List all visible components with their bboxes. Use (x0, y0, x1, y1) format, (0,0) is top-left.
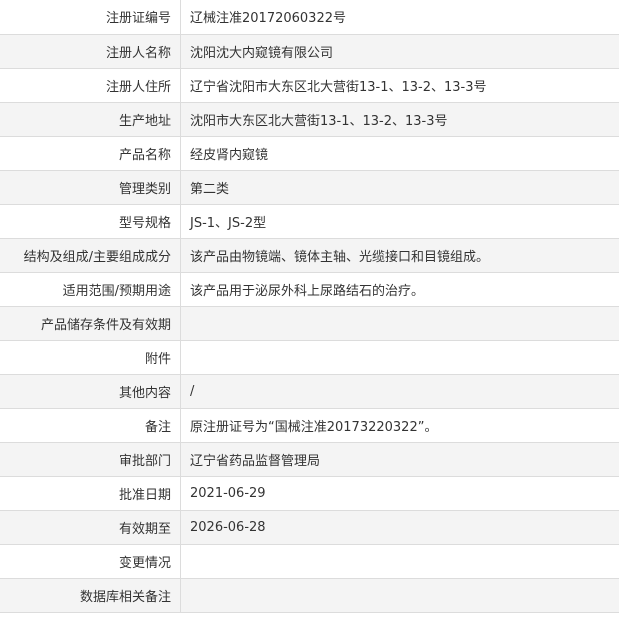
field-label: 适用范围/预期用途 (0, 272, 181, 307)
table-row-registrant-name: 注册人名称 沈阳沈大内窥镜有限公司 (0, 34, 619, 69)
registration-record-table: 注册证编号 辽械注准20172060322号 注册人名称 沈阳沈大内窥镜有限公司… (0, 0, 619, 613)
table-row-structure-composition: 结构及组成/主要组成成分 该产品由物镜端、镜体主轴、光缆接口和目镜组成。 (0, 238, 619, 273)
table-row-intended-use: 适用范围/预期用途 该产品用于泌尿外科上尿路结石的治疗。 (0, 272, 619, 307)
table-row-valid-until: 有效期至 2026-06-28 (0, 510, 619, 545)
field-value: 沈阳沈大内窥镜有限公司 (180, 34, 619, 69)
field-value: 2021-06-29 (180, 476, 619, 511)
table-row-model-spec: 型号规格 JS-1、JS-2型 (0, 204, 619, 239)
field-value: 该产品由物镜端、镜体主轴、光缆接口和目镜组成。 (180, 238, 619, 273)
field-label: 审批部门 (0, 442, 181, 477)
field-value: 沈阳市大东区北大营街13-1、13-2、13-3号 (180, 102, 619, 137)
field-label: 注册证编号 (0, 0, 181, 35)
table-row-management-category: 管理类别 第二类 (0, 170, 619, 205)
table-row-attachments: 附件 (0, 340, 619, 375)
field-label: 结构及组成/主要组成成分 (0, 238, 181, 273)
field-value: 第二类 (180, 170, 619, 205)
table-row-registration-number: 注册证编号 辽械注准20172060322号 (0, 0, 619, 35)
table-row-registrant-address: 注册人住所 辽宁省沈阳市大东区北大营街13-1、13-2、13-3号 (0, 68, 619, 103)
field-value (180, 306, 619, 341)
field-label: 注册人住所 (0, 68, 181, 103)
field-label: 生产地址 (0, 102, 181, 137)
field-value: 该产品用于泌尿外科上尿路结石的治疗。 (180, 272, 619, 307)
field-value: 原注册证号为“国械注准20173220322”。 (180, 408, 619, 443)
table-row-other-content: 其他内容 / (0, 374, 619, 409)
table-row-product-name: 产品名称 经皮肾内窥镜 (0, 136, 619, 171)
field-label: 注册人名称 (0, 34, 181, 69)
field-label: 批准日期 (0, 476, 181, 511)
field-value (180, 544, 619, 579)
field-value: 辽宁省沈阳市大东区北大营街13-1、13-2、13-3号 (180, 68, 619, 103)
field-value: 经皮肾内窥镜 (180, 136, 619, 171)
field-label: 产品名称 (0, 136, 181, 171)
field-label: 产品储存条件及有效期 (0, 306, 181, 341)
field-value: JS-1、JS-2型 (180, 204, 619, 239)
field-label: 型号规格 (0, 204, 181, 239)
field-label: 附件 (0, 340, 181, 375)
field-label: 有效期至 (0, 510, 181, 545)
table-row-approval-date: 批准日期 2021-06-29 (0, 476, 619, 511)
table-row-change-history: 变更情况 (0, 544, 619, 579)
field-value (180, 578, 619, 613)
table-row-remarks: 备注 原注册证号为“国械注准20173220322”。 (0, 408, 619, 443)
field-value: 辽械注准20172060322号 (180, 0, 619, 35)
field-value: 辽宁省药品监督管理局 (180, 442, 619, 477)
field-label: 数据库相关备注 (0, 578, 181, 613)
table-row-production-address: 生产地址 沈阳市大东区北大营街13-1、13-2、13-3号 (0, 102, 619, 137)
field-value: 2026-06-28 (180, 510, 619, 545)
field-label: 变更情况 (0, 544, 181, 579)
table-row-storage-validity: 产品储存条件及有效期 (0, 306, 619, 341)
field-value (180, 340, 619, 375)
field-label: 备注 (0, 408, 181, 443)
field-label: 管理类别 (0, 170, 181, 205)
table-row-approval-department: 审批部门 辽宁省药品监督管理局 (0, 442, 619, 477)
field-value: / (180, 374, 619, 409)
field-label: 其他内容 (0, 374, 181, 409)
table-row-database-remarks: 数据库相关备注 (0, 578, 619, 613)
